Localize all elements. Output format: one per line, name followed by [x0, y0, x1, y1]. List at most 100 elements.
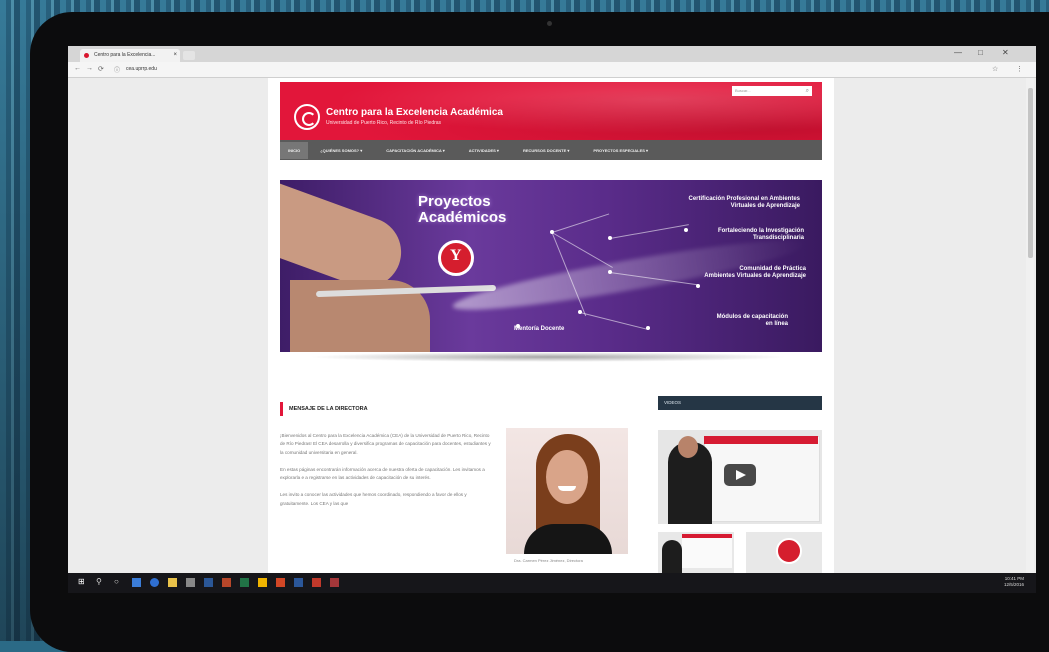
info-icon[interactable]: ⓘ [114, 65, 120, 74]
site-title[interactable]: Centro para la Excelencia Académica [326, 107, 503, 118]
site-logo-icon[interactable] [294, 104, 320, 130]
network-line [579, 312, 649, 330]
thumbnail-presenter [662, 540, 682, 573]
word-icon[interactable] [294, 578, 303, 587]
message-paragraph: En estas páginas encontrarán información… [280, 466, 485, 481]
network-node [608, 270, 612, 274]
network-line [551, 232, 613, 268]
acrobat-icon[interactable] [312, 578, 321, 587]
browser-tab[interactable]: Centro para la Excelencia... × [80, 49, 180, 62]
menu-item-inicio[interactable]: INICIO [280, 141, 309, 159]
video-thumbnail[interactable] [658, 532, 734, 573]
menu-item-quienes-somos[interactable]: ¿QUIÉNES SOMOS? ▾ [308, 148, 374, 153]
photo-caption: Dra. Carmen Pérez Jiménez, Directora [514, 558, 583, 563]
network-node [646, 326, 650, 330]
file-explorer-icon[interactable] [168, 578, 177, 587]
site-subtitle: Universidad de Puerto Rico, Recinto de R… [326, 120, 442, 126]
banner-item-line: Virtuales de Aprendizaje [730, 203, 800, 209]
message-paragraph: Les invito a conocer las actividades que… [280, 492, 467, 506]
minimize-icon[interactable]: — [954, 48, 962, 57]
maximize-icon[interactable]: □ [978, 48, 983, 57]
favicon-icon [84, 53, 89, 58]
url-input[interactable]: cea.uprrp.edu [126, 66, 157, 72]
banner-heading-line2: Académicos [418, 209, 507, 226]
banner-item-investigacion[interactable]: Fortaleciendo la Investigación Transdisc… [718, 228, 804, 242]
address-bar-row: ← → ⟳ ⓘ cea.uprrp.edu ☆ ⋮ [68, 62, 1036, 78]
search-icon[interactable]: ⌕ [806, 86, 809, 96]
menu-item-actividades[interactable]: ACTIVIDADES ▾ [457, 148, 511, 153]
video-slide-header [704, 436, 818, 444]
hero-banner[interactable]: Proyectos Académicos Certificación [280, 180, 822, 352]
chrome-icon[interactable] [258, 578, 267, 587]
banner-badge-icon [438, 240, 474, 276]
banner-item-mentoria[interactable]: Mentoría Docente [514, 326, 564, 333]
reload-icon[interactable]: ⟳ [98, 65, 104, 73]
video-thumbnail[interactable] [746, 532, 822, 573]
banner-item-modulos[interactable]: Módulos de capacitación en línea [717, 314, 788, 328]
message-paragraph: ¡Bienvenidos al Centro para la Excelenci… [280, 433, 491, 455]
menu-item-capacitacion[interactable]: CAPACITACIÓN ACADÉMICA ▾ [374, 148, 456, 153]
banner-item-line: Mentoría Docente [514, 326, 565, 332]
network-node [550, 230, 554, 234]
new-tab-button[interactable] [183, 51, 195, 60]
menu-item-proyectos[interactable]: PROYECTOS ESPECIALES ▾ [581, 148, 660, 153]
tab-close-icon[interactable]: × [173, 49, 177, 62]
banner-heading-line1: Proyectos [418, 193, 491, 210]
photo-smile [558, 486, 576, 491]
banner-item-line: Comunidad de Práctica [739, 266, 806, 272]
scrollbar-thumb[interactable] [1028, 88, 1033, 258]
thumbnail-badge-icon [776, 538, 802, 564]
network-line [609, 224, 689, 239]
forward-icon[interactable]: → [86, 65, 93, 72]
video-presenter-head [678, 436, 698, 458]
cortana-icon[interactable]: ○ [114, 577, 119, 587]
network-node [608, 236, 612, 240]
start-icon[interactable]: ⊞ [78, 577, 85, 587]
banner-item-comunidad[interactable]: Comunidad de Práctica Ambientes Virtuale… [704, 266, 806, 280]
star-icon[interactable]: ☆ [992, 65, 998, 73]
sidebar-heading: VIDEOS [658, 396, 822, 410]
menu-item-recursos[interactable]: RECURSOS DOCENTE ▾ [511, 148, 581, 153]
photo-shirt [524, 524, 612, 554]
network-node [696, 284, 700, 288]
banner-heading: Proyectos Académicos [418, 194, 506, 226]
tab-title: Centro para la Excelencia... [94, 52, 156, 58]
network-node [684, 228, 688, 232]
website-container: Buscar... ⌕ Centro para la Excelencia Ac… [268, 78, 834, 573]
banner-item-certificacion[interactable]: Certificación Profesional en Ambientes V… [689, 196, 800, 210]
os-taskbar: ⊞ ⚲ ○ 10:41 PM 12/5/2016 [68, 573, 1036, 593]
clock-date: 12/5/2016 [1003, 582, 1024, 587]
page-viewport: Buscar... ⌕ Centro para la Excelencia Ac… [68, 78, 1036, 573]
store-icon[interactable] [186, 578, 195, 587]
edge-icon[interactable] [150, 578, 159, 587]
banner-item-line: Módulos de capacitación [716, 314, 788, 320]
menu-dots-icon[interactable]: ⋮ [1016, 65, 1023, 73]
site-search-input[interactable]: Buscar... ⌕ [732, 86, 812, 96]
director-photo [506, 428, 628, 554]
video-slide [704, 436, 820, 522]
mail-icon[interactable] [204, 578, 213, 587]
banner-item-line: Transdisciplinaria [752, 235, 804, 241]
monitor-screen: Centro para la Excelencia... × — □ ✕ ← →… [68, 46, 1036, 593]
office-icon[interactable] [222, 578, 231, 587]
banner-item-line: Certificación Profesional en Ambientes [688, 196, 800, 202]
banner-item-line: Fortaleciendo la Investigación [717, 228, 804, 234]
site-main-menu: INICIO ¿QUIÉNES SOMOS? ▾ CAPACITACIÓN AC… [280, 140, 822, 160]
powerpoint-icon[interactable] [276, 578, 285, 587]
search-placeholder: Buscar... [735, 88, 751, 93]
close-window-icon[interactable]: ✕ [1002, 48, 1009, 57]
excel-icon[interactable] [240, 578, 249, 587]
taskbar-clock[interactable]: 10:41 PM 12/5/2016 [1004, 576, 1024, 588]
browser-tab-bar: Centro para la Excelencia... × — □ ✕ [68, 46, 1036, 62]
task-view-icon[interactable] [132, 578, 141, 587]
network-node [578, 310, 582, 314]
app-icon[interactable] [330, 578, 339, 587]
banner-shadow [308, 352, 788, 362]
search-taskbar-icon[interactable]: ⚲ [96, 577, 102, 587]
message-body: ¡Bienvenidos al Centro para la Excelenci… [280, 432, 492, 517]
play-icon[interactable] [724, 464, 756, 486]
back-icon[interactable]: ← [74, 65, 81, 72]
webcam [547, 21, 552, 26]
site-header: Buscar... ⌕ Centro para la Excelencia Ac… [280, 82, 822, 140]
video-player[interactable] [658, 430, 822, 524]
